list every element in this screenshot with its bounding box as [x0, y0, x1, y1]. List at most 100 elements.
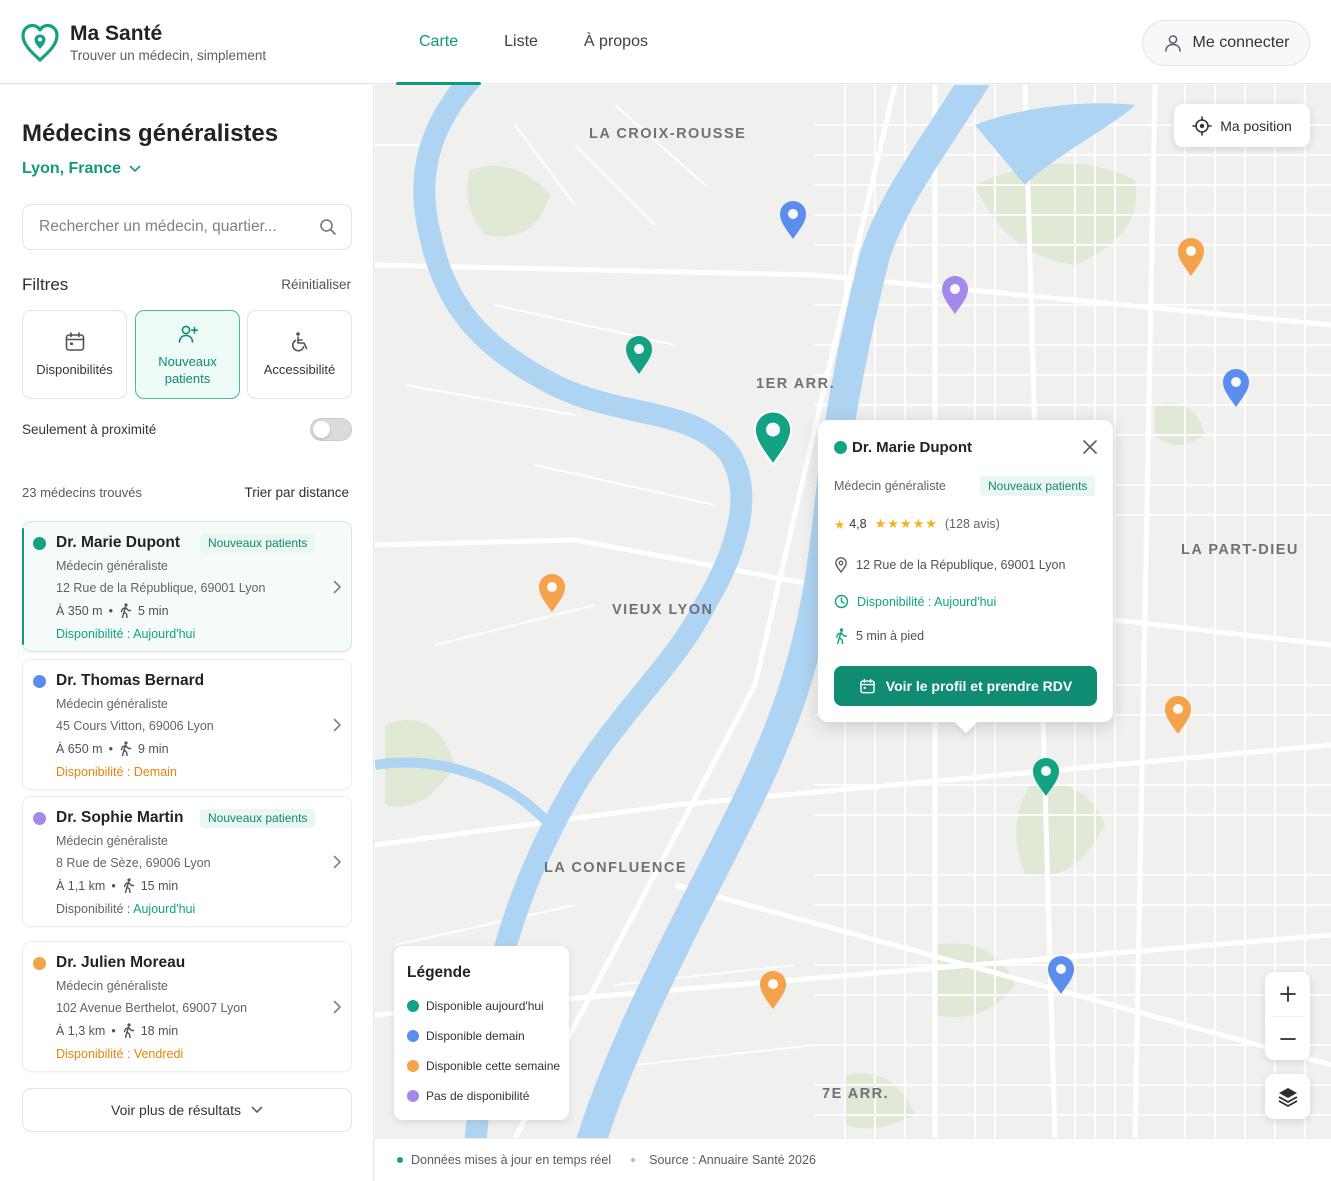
- layers-button[interactable]: [1265, 1074, 1310, 1119]
- new-patients-badge: Nouveaux patients: [200, 809, 316, 828]
- filter-nouveaux-patients[interactable]: Nouveaux patients: [135, 310, 240, 399]
- district-label: LA PART-DIEU: [1181, 542, 1299, 558]
- new-patients-badge: Nouveaux patients: [980, 476, 1096, 496]
- walking-icon: [120, 741, 132, 756]
- map-pin-icon[interactable]: [1163, 695, 1193, 735]
- doctor-availability: Disponibilité : Aujourd'hui: [56, 902, 195, 916]
- app-subtitle: Trouver un médecin, simplement: [70, 48, 267, 63]
- clock-icon: [834, 594, 849, 609]
- my-position-label: Ma position: [1220, 117, 1292, 134]
- separator-dot: •: [108, 741, 113, 756]
- separator-dot: [631, 1158, 636, 1162]
- app-header: Ma Santé Trouver un médecin, simplement …: [0, 0, 1331, 85]
- availability-dot: [33, 537, 46, 550]
- zoom-in-button[interactable]: [1265, 972, 1310, 1016]
- popup-availability-row: Disponibilité : Aujourd'hui: [834, 594, 996, 609]
- legend-label: Disponible demain: [426, 1029, 525, 1043]
- separator-dot: •: [111, 1023, 116, 1038]
- doctor-card[interactable]: Dr. Julien Moreau Médecin généraliste 10…: [22, 941, 352, 1072]
- city-selector[interactable]: Lyon, France: [22, 160, 141, 178]
- doctor-availability: Disponibilité : Demain: [56, 765, 177, 779]
- close-icon[interactable]: [1081, 438, 1099, 456]
- map-pin-icon[interactable]: [758, 970, 788, 1010]
- doctor-specialty: Médecin généraliste: [56, 834, 168, 848]
- map-pin-icon[interactable]: [1031, 757, 1061, 797]
- proximity-toggle[interactable]: [310, 418, 352, 441]
- map-pin-icon[interactable]: [778, 200, 808, 240]
- walking-icon: [835, 628, 848, 644]
- doctor-card[interactable]: Dr. Marie Dupont Nouveaux patients Médec…: [22, 521, 352, 652]
- reset-filters-button[interactable]: Réinitialiser: [281, 277, 351, 292]
- chevron-right-icon: [333, 718, 341, 732]
- calendar-icon: [860, 678, 875, 693]
- doctor-name: Dr. Thomas Bernard: [56, 672, 205, 689]
- popup-rating: ★ 4,8 ★★★★★ (128 avis): [834, 516, 1000, 532]
- chevron-right-icon: [333, 580, 341, 594]
- doctor-distance: À 350 m • 5 min: [56, 603, 169, 618]
- popup-walk-row: 5 min à pied: [834, 628, 924, 644]
- layers-icon: [1278, 1087, 1297, 1107]
- rating-stars: ★★★★★: [874, 516, 938, 531]
- search-input[interactable]: [39, 218, 309, 236]
- map-pin-icon[interactable]: [624, 335, 654, 375]
- chevron-down-icon: [251, 1106, 263, 1113]
- data-source: Source : Annuaire Santé 2026: [649, 1153, 816, 1167]
- distance-value: À 1,1 km: [56, 878, 106, 893]
- filter-accessibilite[interactable]: Accessibilité: [247, 310, 352, 399]
- separator-dot: •: [111, 878, 116, 893]
- selected-map-pin-icon[interactable]: [752, 410, 794, 466]
- zoom-controls: [1265, 972, 1310, 1060]
- legend-label: Disponible aujourd'hui: [426, 999, 544, 1013]
- legend-title: Légende: [407, 964, 471, 981]
- walk-time: 18 min: [140, 1023, 179, 1038]
- map-pin-icon[interactable]: [537, 573, 567, 613]
- map-pin-icon[interactable]: [1046, 955, 1076, 995]
- filter-disponibilites[interactable]: Disponibilités: [22, 310, 127, 399]
- my-position-button[interactable]: Ma position: [1174, 104, 1310, 147]
- review-count: (128 avis): [944, 517, 1000, 531]
- map-view[interactable]: LA CROIX-ROUSSE 1ER ARR. LA PART-DIEU VI…: [375, 85, 1331, 1138]
- map-pin-icon[interactable]: [940, 275, 970, 315]
- doctor-distance: À 650 m • 9 min: [56, 741, 169, 756]
- availability-prefix: Disponibilité :: [56, 627, 134, 641]
- doctor-name: Dr. Julien Moreau: [56, 954, 186, 971]
- walk-time: 5 min: [137, 603, 169, 618]
- load-more-button[interactable]: Voir plus de résultats: [22, 1088, 352, 1132]
- minus-icon: [1279, 1038, 1296, 1040]
- sort-button[interactable]: Trier par distance: [244, 485, 349, 500]
- tab-a-propos[interactable]: À propos: [561, 0, 671, 84]
- sidebar: Médecins généralistes Lyon, France Filtr…: [0, 85, 374, 1181]
- login-button[interactable]: Me connecter: [1142, 20, 1310, 66]
- legend-label: Disponible cette semaine: [426, 1059, 561, 1073]
- legend-item: Disponible demain: [407, 1029, 525, 1043]
- map-footer: Données mises à jour en temps réel Sourc…: [375, 1138, 1331, 1181]
- tab-carte[interactable]: Carte: [396, 0, 482, 85]
- tab-liste[interactable]: Liste: [481, 0, 561, 84]
- location-pin-icon: [835, 557, 847, 573]
- availability-prefix: Disponibilité :: [56, 902, 134, 916]
- zoom-out-button[interactable]: [1265, 1017, 1310, 1061]
- rating-value: 4,8: [849, 517, 867, 531]
- doctor-availability: Disponibilité : Vendredi: [56, 1047, 183, 1061]
- doctor-card[interactable]: Dr. Sophie Martin Nouveaux patients Méde…: [22, 796, 352, 927]
- book-appointment-label: Voir le profil et prendre RDV: [885, 678, 1073, 694]
- availability-value: Aujourd'hui: [133, 627, 196, 641]
- popup-availability: Disponibilité : Aujourd'hui: [857, 594, 997, 609]
- walk-time: 15 min: [140, 878, 179, 893]
- map-pin-icon[interactable]: [1176, 237, 1206, 277]
- filter-label: Accessibilité: [263, 362, 336, 377]
- book-appointment-button[interactable]: Voir le profil et prendre RDV: [834, 666, 1097, 706]
- logo[interactable]: Ma Santé Trouver un médecin, simplement: [20, 22, 266, 64]
- search-icon[interactable]: [319, 218, 337, 236]
- district-label: LA CROIX-ROUSSE: [589, 126, 747, 142]
- walking-icon: [123, 1023, 134, 1038]
- chevron-right-icon: [333, 1000, 341, 1014]
- availability-value: Demain: [133, 765, 177, 779]
- map-legend: Légende Disponible aujourd'hui Disponibl…: [394, 946, 569, 1120]
- availability-dot: [33, 812, 46, 825]
- legend-dot: [407, 1060, 419, 1072]
- doctor-address: 8 Rue de Sèze, 69006 Lyon: [56, 856, 211, 870]
- doctor-card[interactable]: Dr. Thomas Bernard Médecin généraliste 4…: [22, 659, 352, 790]
- map-pin-icon[interactable]: [1221, 368, 1251, 408]
- availability-prefix: Disponibilité :: [56, 1047, 134, 1061]
